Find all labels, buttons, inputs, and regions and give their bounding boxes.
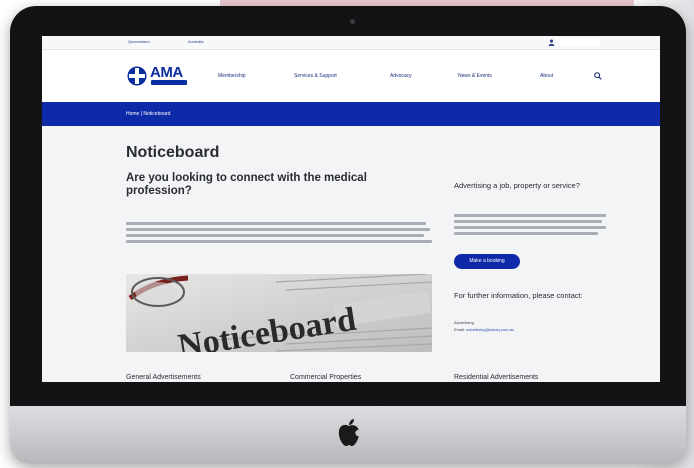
- logo-text: AMA: [150, 64, 183, 81]
- topbar-link-australia[interactable]: Australia: [188, 39, 204, 44]
- site-header: AMA Membership Services & Support Advoca…: [42, 50, 660, 102]
- intro-text-line: [126, 240, 432, 243]
- monitor-chin: [10, 406, 686, 464]
- intro-text-line: [126, 234, 424, 237]
- sidebar-advert-title: Advertising a job, property or service?: [454, 181, 580, 190]
- sidebar-text-line: [454, 226, 606, 229]
- contact-email-link[interactable]: advertising@amaq.com.au: [466, 327, 514, 332]
- sidebar-text-line: [454, 214, 606, 217]
- browser-screen: Queensland Australia AMA Membership Serv…: [42, 36, 660, 382]
- intro-text-line: [126, 222, 426, 225]
- search-icon[interactable]: [594, 72, 602, 80]
- noticeboard-hero-image: Noticeboard: [126, 274, 432, 352]
- sidebar-text-line: [454, 232, 598, 235]
- nav-about[interactable]: About: [540, 73, 553, 79]
- imac-monitor: Queensland Australia AMA Membership Serv…: [10, 6, 686, 464]
- section-general-advertisements[interactable]: General Advertisements: [126, 374, 201, 381]
- ama-logo-cross-icon: [126, 65, 148, 87]
- contact-email-row: Email: advertising@amaq.com.au: [454, 327, 514, 332]
- user-icon[interactable]: [548, 39, 555, 46]
- topbar-link-queensland[interactable]: Queensland: [128, 39, 150, 44]
- ama-logo[interactable]: AMA: [126, 65, 188, 87]
- utility-bar: Queensland Australia: [42, 36, 660, 50]
- monitor-bezel: Queensland Australia AMA Membership Serv…: [10, 6, 686, 406]
- nav-membership[interactable]: Membership: [218, 73, 246, 79]
- section-residential-advertisements[interactable]: Residential Advertisements: [454, 374, 538, 381]
- apple-logo-icon: [338, 419, 362, 446]
- breadcrumb-bar: Home | Noticeboard: [42, 102, 660, 126]
- main-content: Noticeboard Are you looking to connect w…: [42, 126, 660, 382]
- camera-dot: [350, 19, 355, 24]
- lead-title: Are you looking to connect with the medi…: [126, 172, 367, 197]
- page-title: Noticeboard: [126, 144, 220, 161]
- login-field[interactable]: [560, 39, 600, 46]
- nav-news-events[interactable]: News & Events: [458, 73, 492, 79]
- logo-subtitle-bar: [151, 80, 187, 85]
- nav-services-support[interactable]: Services & Support: [294, 73, 337, 79]
- make-booking-button[interactable]: Make a booking: [454, 254, 520, 269]
- contact-email-label: Email:: [454, 327, 466, 332]
- sidebar-contact-title: For further information, please contact:: [454, 291, 583, 300]
- intro-text-line: [126, 228, 430, 231]
- breadcrumb[interactable]: Home | Noticeboard: [126, 111, 170, 117]
- contact-name: Advertising: [454, 320, 474, 325]
- section-commercial-properties[interactable]: Commercial Properties: [290, 374, 361, 381]
- sidebar-text-line: [454, 220, 602, 223]
- newspaper-illustration: Noticeboard: [126, 274, 432, 352]
- nav-advocacy[interactable]: Advocacy: [390, 73, 412, 79]
